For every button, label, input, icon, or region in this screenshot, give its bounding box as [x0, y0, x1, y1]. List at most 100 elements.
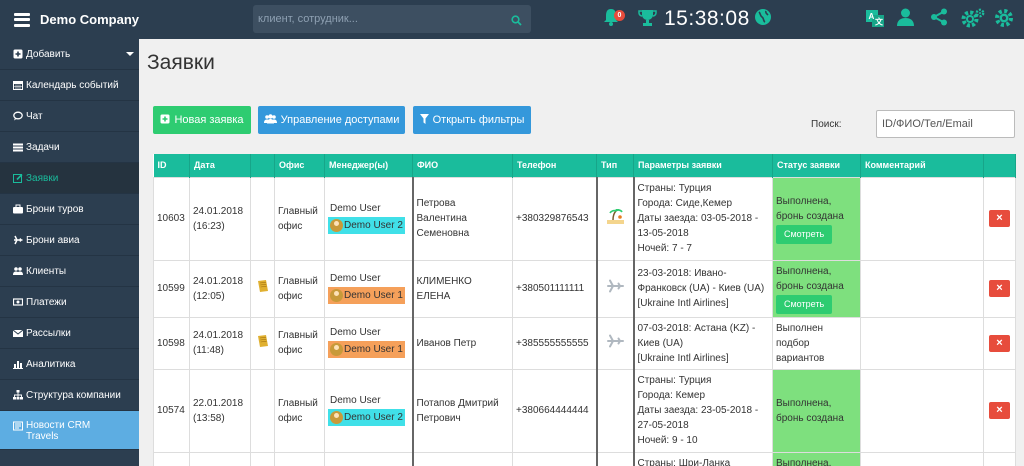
col-office[interactable]: Офис: [274, 154, 325, 177]
sidebar-item-clients[interactable]: Клиенты: [0, 256, 139, 287]
delete-button[interactable]: ×: [989, 402, 1010, 419]
sidebar-item-air-bookings[interactable]: Брони авиа: [0, 225, 139, 256]
fio-line: Иванов Петр: [416, 337, 477, 349]
table-row[interactable]: 10574 22.01.2018 (13:58) Главный офис Demo…: [153, 368, 1016, 453]
table-row[interactable]: 10603 24.01.2018 (16:23) Главный офис Demo…: [153, 176, 1016, 261]
office-line: офис: [278, 412, 303, 424]
manager-name: Demo User: [330, 202, 381, 214]
office-line: офис: [278, 290, 303, 302]
edit-icon: [13, 173, 23, 183]
date-value: 24.01.2018: [193, 275, 244, 287]
cell-phone: +385555555555: [512, 316, 598, 370]
settings-icon-2[interactable]: [994, 8, 1014, 28]
avatar: [330, 410, 343, 424]
new-request-button[interactable]: Новая заявка: [153, 106, 251, 134]
delete-button[interactable]: ×: [989, 210, 1010, 227]
beach-icon: [606, 207, 624, 227]
delete-button[interactable]: ×: [989, 334, 1010, 352]
requests-table: ID Дата Офис Менеджер(ы) ФИО Телефон Тип…: [153, 154, 1016, 466]
status-line: бронь создана: [776, 280, 844, 292]
calendar-icon: [13, 80, 23, 90]
global-search-input[interactable]: [253, 5, 501, 33]
view-button[interactable]: Смотреть: [776, 224, 833, 244]
cell-comment: [860, 316, 984, 370]
newspaper-icon: [13, 421, 23, 431]
sidebar-item-mailings[interactable]: Рассылки: [0, 318, 139, 349]
sidebar-item-tour-bookings[interactable]: Брони туров: [0, 194, 139, 225]
param-line: Даты заезда: 23-05-2018 -: [637, 405, 759, 416]
table-row[interactable]: 10598 24.01.2018 (11:48) Главный офис Demo…: [153, 316, 1016, 370]
cell-actions: ×: [983, 316, 1016, 370]
avatar: [330, 343, 343, 356]
money-icon: [12, 297, 24, 307]
manager-tag[interactable]: Demo User 2: [328, 408, 405, 426]
translate-icon[interactable]: A文: [865, 8, 885, 28]
sidebar-item-tasks[interactable]: Задачи: [0, 132, 139, 163]
cell-type: [596, 259, 635, 318]
table-header: ID Дата Офис Менеджер(ы) ФИО Телефон Тип…: [153, 154, 1016, 177]
manager-tag[interactable]: Demo User 2: [328, 216, 405, 234]
sidebar-item-label: Структура компании: [26, 389, 121, 401]
cell-fio[interactable]: Петрова Валентина Семеновна: [412, 176, 513, 261]
sidebar-item-company-structure[interactable]: Структура компании: [0, 380, 139, 411]
cell-fio[interactable]: Потапов Дмитрий Петрович: [412, 368, 513, 453]
menu-icon[interactable]: [14, 12, 31, 27]
sidebar-item-payments[interactable]: Платежи: [0, 287, 139, 318]
cell-doc: [250, 176, 275, 261]
sidebar-item-label: Брони авиа: [26, 234, 80, 246]
col-phone[interactable]: Телефон: [512, 154, 597, 177]
cell-comment: [860, 259, 984, 318]
globe-icon[interactable]: [754, 8, 772, 26]
share-icon[interactable]: [930, 8, 948, 26]
user-icon[interactable]: [897, 8, 914, 27]
cell-fio[interactable]: КЛИМЕНКО ЕЛЕНА: [412, 259, 513, 318]
status-line: Выполнена,: [776, 265, 832, 277]
office-line: офис: [278, 220, 303, 232]
global-search: [253, 5, 531, 33]
document-icon[interactable]: [257, 280, 269, 296]
document-icon[interactable]: [257, 334, 269, 351]
sidebar-item-chat[interactable]: Чат: [0, 101, 139, 132]
sidebar-item-calendar[interactable]: Календарь событий: [0, 70, 139, 101]
brand-name[interactable]: Demo Company: [40, 12, 139, 27]
cell-doc: [250, 316, 275, 370]
sidebar-item-news[interactable]: Новости CRM Travels: [0, 411, 139, 450]
settings-icon[interactable]: [961, 8, 985, 28]
param-line: Франковск (UA) - Киев (UA): [637, 283, 765, 294]
delete-button[interactable]: ×: [989, 280, 1010, 297]
col-manager[interactable]: Менеджер(ы): [324, 154, 413, 177]
table-row[interactable]: 10599 24.01.2018 (12:05) Главный офис Demo…: [153, 259, 1016, 318]
sidebar-item-label: Клиенты: [26, 265, 67, 277]
manage-access-button[interactable]: Управление доступами: [258, 106, 405, 134]
search-icon[interactable]: [511, 13, 522, 31]
col-id[interactable]: ID: [153, 154, 190, 177]
col-status[interactable]: Статус заявки: [772, 154, 861, 177]
fio-line: Семеновна: [416, 228, 470, 239]
cell-id: 10603: [153, 176, 190, 261]
status-line: бронь создана: [776, 412, 844, 424]
table-row[interactable]: Страны: Шри-Ланка Выполнена,: [153, 451, 1016, 466]
cell-fio[interactable]: Иванов Петр: [412, 316, 513, 370]
open-filters-button[interactable]: Открыть фильтры: [413, 106, 531, 134]
time-value: (11:48): [193, 345, 224, 356]
cell-fio[interactable]: [412, 451, 513, 466]
manager-tag[interactable]: Demo User 1: [328, 341, 405, 358]
requests-search-input[interactable]: [876, 110, 1015, 138]
manager-tag[interactable]: Demo User 1: [328, 286, 405, 304]
sidebar-item-requests[interactable]: Заявки: [0, 163, 139, 194]
col-fio[interactable]: ФИО: [412, 154, 513, 177]
cell-id: 10598: [153, 316, 190, 370]
tasks-icon: [13, 142, 23, 152]
close-icon: ×: [996, 336, 1003, 349]
trophy-icon[interactable]: [638, 8, 657, 27]
col-date[interactable]: Дата: [189, 154, 251, 177]
view-button[interactable]: Смотреть: [776, 294, 833, 314]
col-comment[interactable]: Комментарий: [860, 154, 984, 177]
cell-phone: +380664444444: [512, 368, 598, 453]
col-type[interactable]: Тип: [596, 154, 634, 177]
search-label: Поиск:: [811, 119, 842, 130]
svg-text:文: 文: [875, 17, 884, 27]
col-params[interactable]: Параметры заявки: [633, 154, 773, 177]
sidebar-item-analytics[interactable]: Аналитика: [0, 349, 139, 380]
sidebar-item-add[interactable]: Добавить: [0, 39, 139, 70]
